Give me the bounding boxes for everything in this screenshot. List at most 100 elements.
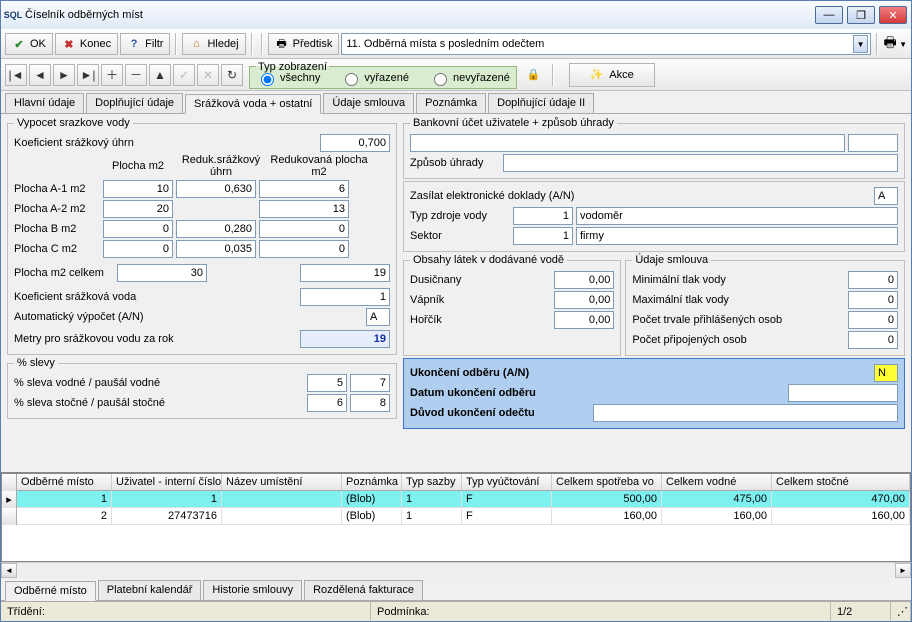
predtisk-button[interactable]: 🖶Předtisk: [268, 33, 340, 55]
uk-duvod-input[interactable]: [593, 404, 898, 422]
sektor-txt-input[interactable]: [576, 227, 898, 245]
tab-srazkova[interactable]: Srážková voda + ostatní: [185, 94, 321, 114]
scroll-right-button[interactable]: ►: [895, 563, 911, 578]
c-redplocha-input[interactable]: [259, 240, 349, 258]
btab-rozdel[interactable]: Rozdělená fakturace: [304, 580, 423, 600]
chevron-down-icon[interactable]: ▼: [899, 40, 907, 49]
col-sazba[interactable]: Typ sazby: [402, 474, 462, 491]
close-button[interactable]: ✕: [879, 6, 907, 24]
scroll-left-button[interactable]: ◄: [1, 563, 17, 578]
trvale-input[interactable]: [848, 311, 898, 329]
nav-next-button[interactable]: ►: [53, 64, 75, 86]
a2-redplocha-input[interactable]: [259, 200, 349, 218]
nav-cancel-button[interactable]: ✕: [197, 64, 219, 86]
sektor-num-input[interactable]: [513, 227, 573, 245]
typ-zdroj-txt-input[interactable]: [576, 207, 898, 225]
c-reduk-input[interactable]: [176, 240, 256, 258]
a1-reduk-input[interactable]: [176, 180, 256, 198]
koef-uhrn-label: Koeficient srážkový úhrn: [14, 137, 154, 149]
hledej-button[interactable]: ⌂Hledej: [182, 33, 245, 55]
radio-nevyrazene-input[interactable]: [434, 73, 447, 86]
col-vodne[interactable]: Celkem vodné: [662, 474, 772, 491]
koef-uhrn-input[interactable]: [320, 134, 390, 152]
a1-redplocha-input[interactable]: [259, 180, 349, 198]
zasilat-input[interactable]: [874, 187, 898, 205]
tab-hlavni[interactable]: Hlavní údaje: [5, 93, 84, 113]
zpusob-input[interactable]: [503, 154, 898, 172]
c-plocha-input[interactable]: [103, 240, 173, 258]
col-vyuct[interactable]: Typ vyúčtování: [462, 474, 552, 491]
max-tlak-input[interactable]: [848, 291, 898, 309]
sleva-vodne-b-input[interactable]: [350, 374, 390, 392]
nav-first-button[interactable]: |◄: [5, 64, 27, 86]
konec-button[interactable]: ✖Konec: [55, 33, 118, 55]
nav-prev-button[interactable]: ◄: [29, 64, 51, 86]
a2-plocha-input[interactable]: [103, 200, 173, 218]
b-reduk-input[interactable]: [176, 220, 256, 238]
sleva-stocne-a-input[interactable]: [307, 394, 347, 412]
chevron-down-icon[interactable]: ▼: [853, 35, 868, 53]
radio-vyrazene-input[interactable]: [345, 73, 358, 86]
sleva-stocne-b-input[interactable]: [350, 394, 390, 412]
uk-an-input[interactable]: [874, 364, 898, 382]
separator: [552, 64, 554, 86]
vapnik-input[interactable]: [554, 291, 614, 309]
nav-up-button[interactable]: ▲: [149, 64, 171, 86]
filtr-button[interactable]: ?Filtr: [120, 33, 170, 55]
table-row[interactable]: 2 27473716 (Blob) 1 F 160,00 160,00 160,…: [2, 508, 910, 525]
data-grid[interactable]: Odběrné místo Uživatel - interní číslo N…: [1, 473, 911, 562]
celkem-plocha-input[interactable]: [117, 264, 207, 282]
minimize-button[interactable]: —: [815, 6, 843, 24]
btab-kalendar[interactable]: Platební kalendář: [98, 580, 202, 600]
radio-nevyrazene[interactable]: nevyřazené: [429, 70, 510, 86]
col-stocne[interactable]: Celkem stočné: [772, 474, 910, 491]
nav-confirm-button[interactable]: ✓: [173, 64, 195, 86]
bank-ucet-input[interactable]: [410, 134, 845, 152]
uk-datum-input[interactable]: [788, 384, 898, 402]
table-row[interactable]: ▸ 1 1 (Blob) 1 F 500,00 475,00 470,00: [2, 491, 910, 508]
col-pozn[interactable]: Poznámka: [342, 474, 402, 491]
bank-kod-input[interactable]: [848, 134, 898, 152]
tab-poznamka[interactable]: Poznámka: [416, 93, 486, 113]
btab-misto[interactable]: Odběrné místo: [5, 581, 96, 601]
lock-icon[interactable]: 🔒: [527, 68, 541, 81]
ok-button[interactable]: ✔OK: [5, 33, 53, 55]
b-plocha-input[interactable]: [103, 220, 173, 238]
radio-vyrazene[interactable]: vyřazené: [340, 70, 409, 86]
koef-voda-label: Koeficient srážková voda: [14, 291, 214, 303]
maximize-button[interactable]: ❐: [847, 6, 875, 24]
col-misto[interactable]: Odběrné místo: [17, 474, 112, 491]
sleva-vodne-a-input[interactable]: [307, 374, 347, 392]
metry-input[interactable]: [300, 330, 390, 348]
tab-smlouva[interactable]: Údaje smlouva: [323, 93, 414, 113]
pripoj-input[interactable]: [848, 331, 898, 349]
btab-historie[interactable]: Historie smlouvy: [203, 580, 302, 600]
min-tlak-input[interactable]: [848, 271, 898, 289]
col-uzivatel[interactable]: Uživatel - interní číslo: [112, 474, 222, 491]
nav-refresh-button[interactable]: ↻: [221, 64, 243, 86]
koef-voda-input[interactable]: [300, 288, 390, 306]
status-resize-grip[interactable]: ⋰: [891, 602, 911, 621]
dusic-input[interactable]: [554, 271, 614, 289]
tab-dopln2[interactable]: Doplňující údaje II: [488, 93, 594, 113]
akce-button[interactable]: ✨Akce: [569, 63, 655, 87]
horcik-input[interactable]: [554, 311, 614, 329]
nav-remove-button[interactable]: －: [125, 64, 147, 86]
nav-add-button[interactable]: ＋: [101, 64, 123, 86]
h-scrollbar[interactable]: ◄ ►: [1, 562, 911, 578]
col-spotreba[interactable]: Celkem spotřeba vo: [552, 474, 662, 491]
radio-vsechny[interactable]: všechny: [256, 70, 320, 86]
min-tlak-label: Minimální tlak vody: [632, 274, 845, 286]
tab-dopln[interactable]: Doplňující údaje: [86, 93, 183, 113]
printer-icon[interactable]: 🖶: [883, 37, 897, 51]
nav-last-button[interactable]: ►|: [77, 64, 99, 86]
col-nazev[interactable]: Název umístění: [222, 474, 342, 491]
celkem-redplocha-input[interactable]: [300, 264, 390, 282]
b-redplocha-input[interactable]: [259, 220, 349, 238]
radio-vsechny-input[interactable]: [261, 73, 274, 86]
auto-input[interactable]: [366, 308, 390, 326]
predtisk-dropdown[interactable]: 11. Odběrná místa s posledním odečtem ▼: [341, 33, 871, 55]
typ-zdroj-num-input[interactable]: [513, 207, 573, 225]
scroll-track[interactable]: [17, 563, 895, 578]
a1-plocha-input[interactable]: [103, 180, 173, 198]
